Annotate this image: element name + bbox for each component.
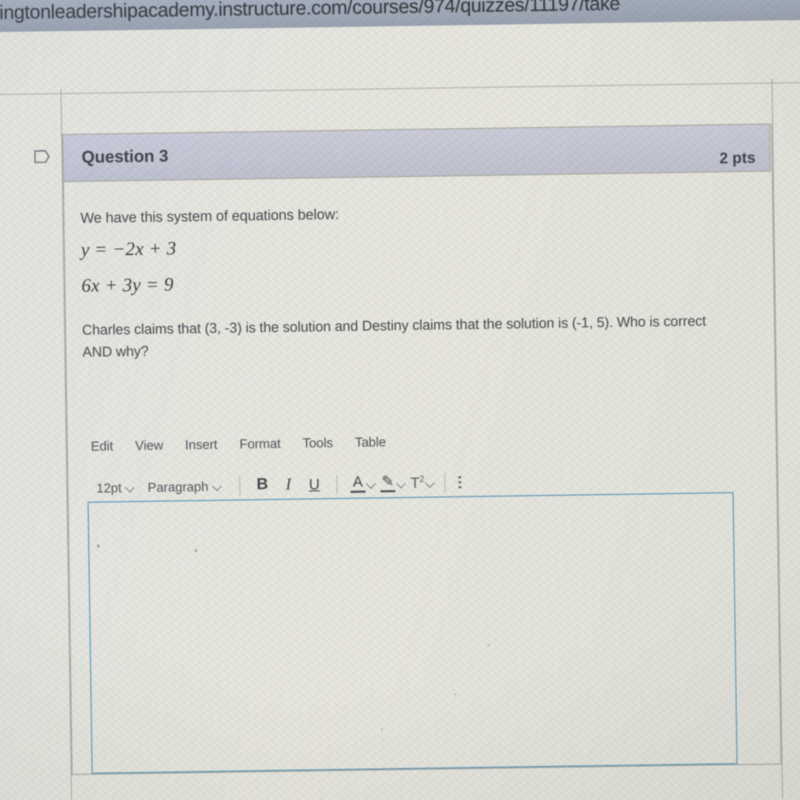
chevron-down-icon[interactable] (367, 479, 376, 488)
highlight-color-control[interactable]: ✎ (380, 472, 406, 493)
superscript-exponent: 2 (419, 473, 425, 484)
dust-speck (194, 549, 197, 553)
answer-text-editor[interactable] (87, 492, 738, 774)
text-color-swatch (350, 490, 366, 494)
chevron-down-icon[interactable] (427, 478, 436, 487)
more-options-icon[interactable] (458, 475, 462, 489)
chevron-down-icon[interactable] (397, 479, 406, 488)
menu-format[interactable]: Format (239, 436, 280, 452)
menu-insert[interactable]: Insert (185, 437, 218, 452)
superscript-icon: T2 (410, 474, 424, 492)
chevron-down-icon (127, 483, 136, 492)
browser-screen: shingtonleadershipacademy.instructure.co… (0, 0, 800, 800)
menu-edit[interactable]: Edit (91, 438, 114, 453)
highlighter-glyph: ✎ (381, 472, 395, 491)
kebab-dot (458, 485, 462, 489)
dust-speck (380, 728, 384, 731)
text-color-glyph: A (352, 473, 363, 491)
flag-icon[interactable] (32, 147, 51, 166)
question-body: We have this system of equations below: … (80, 201, 762, 364)
question-title: Question 3 (81, 146, 169, 167)
italic-button[interactable]: I (275, 473, 301, 497)
underline-button[interactable]: U (301, 472, 327, 496)
block-format-dropdown[interactable]: Paragraph (144, 476, 231, 496)
highlight-color-swatch (380, 489, 396, 493)
superscript-control[interactable]: T2 (410, 474, 435, 492)
url-text[interactable]: shingtonleadershipacademy.instructure.co… (0, 0, 620, 25)
bold-button[interactable]: B (249, 473, 275, 497)
chevron-down-icon (213, 481, 222, 490)
toolbar-separator (336, 474, 338, 494)
font-size-dropdown[interactable]: 12pt (92, 477, 144, 497)
font-size-label: 12pt (96, 479, 122, 496)
editor-caret (97, 544, 100, 548)
toolbar-separator (444, 472, 446, 492)
kebab-dot (458, 475, 462, 479)
superscript-base: T (410, 474, 420, 492)
kebab-dot (458, 480, 462, 484)
text-color-icon: A (350, 473, 366, 494)
equation-one: y = −2x + 3 (80, 238, 177, 261)
dust-speck (487, 643, 490, 646)
question-points: 2 pts (719, 149, 756, 168)
menu-table[interactable]: Table (355, 434, 386, 449)
menu-tools[interactable]: Tools (302, 435, 333, 450)
equation-two: 6x + 3y = 9 (81, 274, 174, 297)
menu-view[interactable]: View (135, 438, 163, 453)
block-format-label: Paragraph (147, 478, 209, 495)
toolbar-separator (239, 475, 241, 495)
screen-photo: shingtonleadershipacademy.instructure.co… (0, 0, 800, 800)
highlighter-pen-icon: ✎ (380, 472, 396, 493)
dust-speck (454, 693, 457, 696)
text-color-control[interactable]: A (350, 473, 376, 494)
